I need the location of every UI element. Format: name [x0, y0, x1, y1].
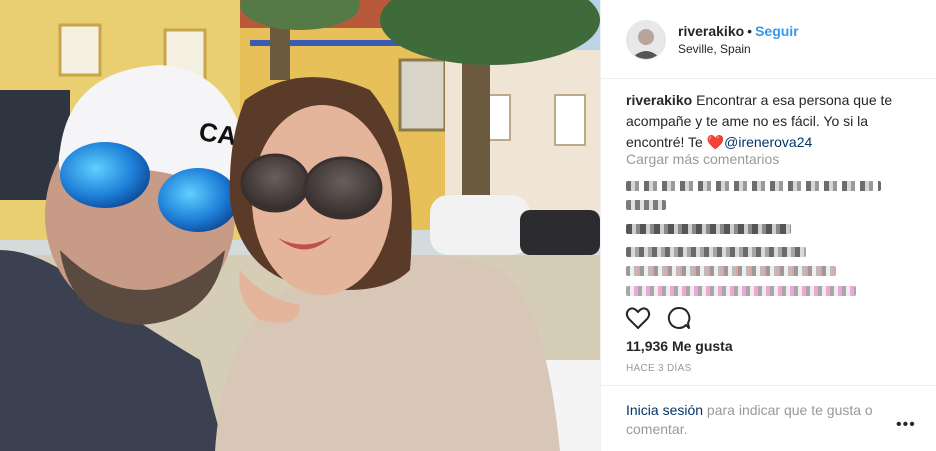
post-photo[interactable]: CA — [0, 0, 600, 451]
post-header: riverakiko • Seguir Seville, Spain — [601, 0, 936, 79]
caption-mention[interactable]: @irenerova24 — [724, 134, 812, 150]
obscured-comment — [626, 247, 806, 257]
action-bar — [601, 298, 936, 338]
load-more-comments[interactable]: Cargar más comentarios — [626, 151, 779, 167]
obscured-comment — [626, 181, 881, 191]
more-options-icon[interactable]: ••• — [896, 416, 916, 434]
header-username[interactable]: riverakiko — [678, 23, 744, 39]
heart-emoji: ❤️ — [706, 134, 725, 150]
login-footer: Inicia sesión para indicar que te gusta … — [601, 385, 936, 451]
login-link[interactable]: Inicia sesión — [626, 402, 703, 418]
speech-bubble-icon[interactable] — [665, 304, 693, 332]
location-link[interactable]: Seville, Spain — [678, 42, 751, 56]
avatar[interactable] — [626, 20, 666, 60]
obscured-comment — [626, 266, 836, 276]
follow-button[interactable]: Seguir — [755, 23, 799, 39]
post-timestamp[interactable]: HACE 3 DÍAS — [626, 363, 692, 374]
caption-username[interactable]: riverakiko — [626, 92, 692, 108]
like-count[interactable]: 11,936 Me gusta — [626, 338, 733, 354]
svg-text:CA: CA — [197, 116, 239, 151]
obscured-comment — [626, 200, 666, 210]
login-prompt: Inicia sesión para indicar que te gusta … — [626, 401, 896, 439]
header-user-line: riverakiko • Seguir — [678, 23, 799, 39]
post-side-panel: riverakiko • Seguir Seville, Spain riverak… — [600, 0, 936, 451]
obscured-comment — [626, 224, 791, 234]
separator-dot: • — [747, 23, 753, 39]
man-sunglasses-right — [158, 168, 238, 232]
caption: riverakiko Encontrar a esa persona que t… — [626, 90, 916, 153]
obscured-comment — [626, 286, 856, 296]
heart-outline-icon[interactable] — [624, 304, 652, 332]
man-sunglasses-left — [60, 142, 150, 208]
